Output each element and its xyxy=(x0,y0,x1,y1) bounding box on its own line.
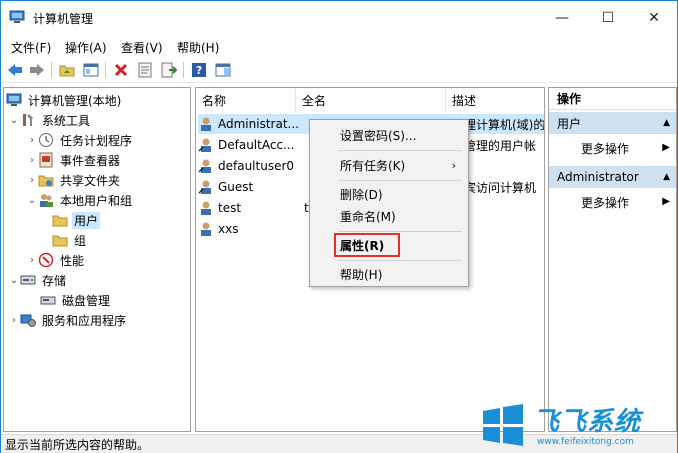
tree-item-local-users-groups[interactable]: ⌄ 本地用户和组 xyxy=(26,190,134,210)
event-log-icon xyxy=(39,152,53,168)
actions-section-users[interactable]: 用户 ▲ xyxy=(549,112,676,134)
submenu-right-icon[interactable]: ▶ xyxy=(662,142,670,153)
chevron-down-icon[interactable]: ⌄ xyxy=(8,115,20,126)
menu-view[interactable]: 查看(V) xyxy=(121,39,163,56)
computer-management-icon xyxy=(9,10,25,23)
tree-item-task-scheduler[interactable]: › 任务计划程序 xyxy=(26,130,134,150)
column-header-fullname[interactable]: 全名 xyxy=(296,88,446,112)
chevron-right-icon[interactable]: › xyxy=(8,315,20,326)
column-header-description[interactable]: 描述 xyxy=(446,88,544,112)
context-menu: 设置密码(S)... 所有任务(K) › 删除(D) 重命名(M) 属性(R) … xyxy=(309,119,469,287)
highlight-box xyxy=(334,233,400,257)
export-list-icon[interactable] xyxy=(159,60,179,80)
tree-item-disk-management[interactable]: 磁盘管理 xyxy=(40,290,112,310)
menu-file[interactable]: 文件(F) xyxy=(11,39,51,56)
console-tree: 计算机管理(本地) ⌄ 系统工具 › 任务计划程序 › 事件查看器 › 共享文件… xyxy=(3,87,191,432)
chevron-down-icon[interactable]: ⌄ xyxy=(26,195,38,206)
window-title: 计算机管理 xyxy=(33,12,94,26)
disk-icon xyxy=(40,296,56,305)
menu-item-help[interactable]: 帮助(H) xyxy=(310,263,468,285)
tree-item-root[interactable]: 计算机管理(本地) xyxy=(6,90,123,110)
menu-help[interactable]: 帮助(H) xyxy=(177,39,219,56)
storage-icon xyxy=(20,275,36,285)
delete-icon[interactable] xyxy=(111,60,131,80)
minimize-button[interactable]: — xyxy=(539,1,585,35)
services-icon xyxy=(20,314,36,327)
chevron-down-icon[interactable]: ⌄ xyxy=(8,275,20,286)
collapse-up-icon[interactable]: ▲ xyxy=(663,172,670,182)
status-text: 显示当前所选内容的帮助。 xyxy=(5,437,150,452)
user-icon xyxy=(198,180,211,194)
forward-icon[interactable] xyxy=(27,60,47,80)
user-icon xyxy=(201,117,211,131)
actions-title: 操作 xyxy=(549,88,676,110)
up-folder-icon[interactable] xyxy=(57,60,77,80)
user-icon xyxy=(198,138,211,152)
tree-item-performance[interactable]: › 性能 xyxy=(26,250,86,270)
tree-item-event-viewer[interactable]: › 事件查看器 xyxy=(26,150,122,170)
close-button[interactable]: ✕ xyxy=(631,1,677,35)
chevron-right-icon[interactable]: › xyxy=(26,135,38,146)
maximize-button[interactable]: ☐ xyxy=(585,1,631,35)
computer-management-icon xyxy=(6,93,22,106)
folder-icon xyxy=(52,215,68,227)
menu-bar: 文件(F) 操作(A) 查看(V) 帮助(H) xyxy=(1,35,677,57)
tree-item-shared-folders[interactable]: › 共享文件夹 xyxy=(26,170,122,190)
chevron-right-icon[interactable]: › xyxy=(26,175,38,186)
user-icon xyxy=(198,159,211,173)
toolbar: ? xyxy=(1,57,677,83)
show-action-pane-icon[interactable] xyxy=(213,60,233,80)
menu-item-delete[interactable]: 删除(D) xyxy=(310,183,468,205)
menu-item-rename[interactable]: 重命名(M) xyxy=(310,205,468,227)
table-row[interactable]: defaultuser0 xyxy=(198,156,294,176)
chevron-right-icon[interactable]: › xyxy=(26,255,38,266)
tree-item-groups[interactable]: 组 xyxy=(52,230,88,250)
menu-item-all-tasks[interactable]: 所有任务(K) › xyxy=(310,154,468,176)
tree-item-system-tools[interactable]: ⌄ 系统工具 xyxy=(8,110,92,130)
clock-icon xyxy=(39,133,53,147)
table-row[interactable]: DefaultAcc... 统管理的用户帐 xyxy=(198,135,536,155)
actions-section-administrator[interactable]: Administrator ▲ xyxy=(549,166,676,188)
properties-icon[interactable] xyxy=(135,60,155,80)
users-group-icon xyxy=(40,194,53,207)
menu-action[interactable]: 操作(A) xyxy=(65,39,107,56)
chevron-right-icon: › xyxy=(451,158,456,172)
title-bar[interactable]: 计算机管理 — ☐ ✕ xyxy=(1,1,677,35)
shared-folder-icon xyxy=(38,175,54,187)
submenu-right-icon[interactable]: ▶ xyxy=(662,196,670,207)
tree-item-storage[interactable]: ⌄ 存储 xyxy=(8,270,68,290)
watermark-url: www.feifeixitong.com xyxy=(537,437,634,447)
help-icon[interactable]: ? xyxy=(189,60,209,80)
menu-item-set-password[interactable]: 设置密码(S)... xyxy=(310,124,468,146)
user-icon xyxy=(201,201,211,215)
more-actions-link[interactable]: 更多操作 xyxy=(581,140,629,157)
computer-management-window: 计算机管理 — ☐ ✕ 文件(F) 操作(A) 查看(V) 帮助(H) ? 计算… xyxy=(0,0,678,453)
watermark: 飞飞系统 www.feifeixitong.com xyxy=(481,399,675,451)
actions-pane: 操作 用户 ▲ 更多操作 ▶ Administrator ▲ 更多操作 ▶ xyxy=(548,87,677,432)
table-row[interactable]: test t xyxy=(198,198,309,218)
more-actions-link[interactable]: 更多操作 xyxy=(581,194,629,211)
column-header-name[interactable]: 名称 xyxy=(196,88,296,112)
chevron-right-icon[interactable]: › xyxy=(26,155,38,166)
tree-item-services-apps[interactable]: › 服务和应用程序 xyxy=(8,310,128,330)
user-icon xyxy=(201,222,211,236)
svg-text:?: ? xyxy=(196,64,202,77)
folder-icon xyxy=(52,235,68,247)
watermark-brand: 飞飞系统 xyxy=(533,407,642,437)
windows-logo-icon xyxy=(483,404,523,446)
back-icon[interactable] xyxy=(5,60,25,80)
performance-icon xyxy=(38,252,54,268)
tools-icon xyxy=(23,114,33,126)
table-row[interactable]: Guest 来宾访问计算机 xyxy=(198,177,536,197)
collapse-up-icon[interactable]: ▲ xyxy=(663,118,670,128)
show-hide-tree-icon[interactable] xyxy=(81,60,101,80)
tree-item-users[interactable]: 用户 xyxy=(52,210,101,230)
table-row[interactable]: xxs xyxy=(198,219,238,239)
